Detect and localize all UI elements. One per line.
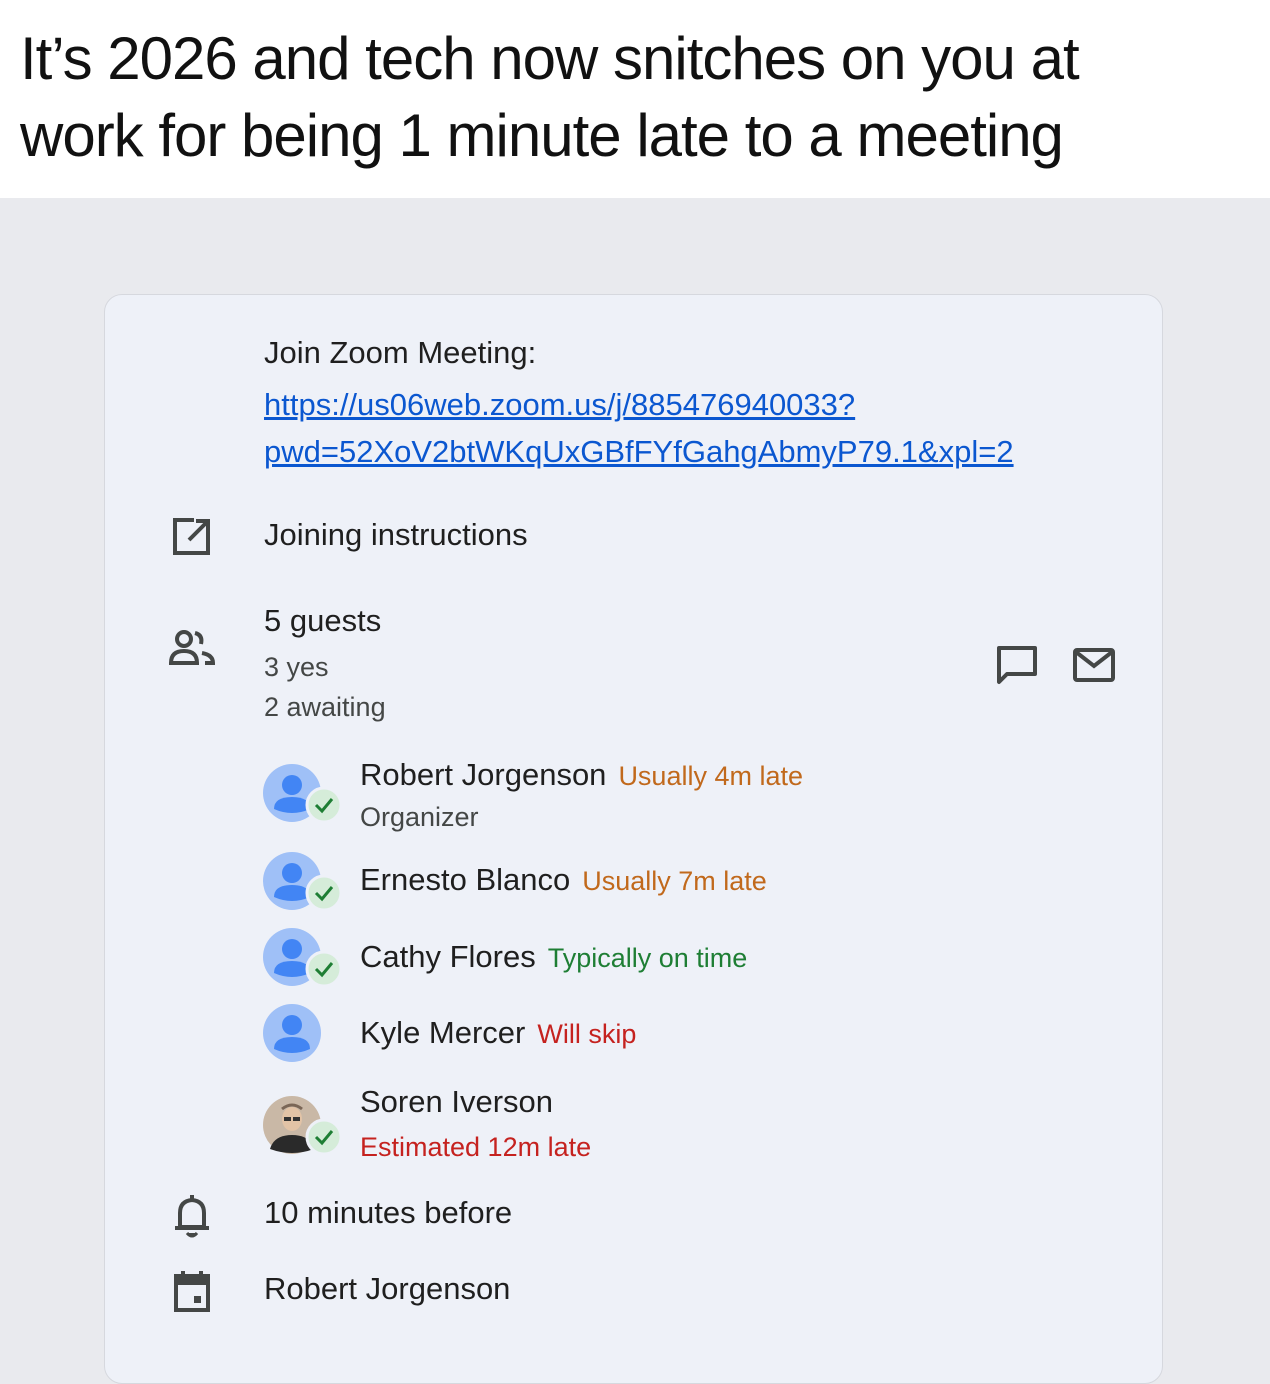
guests-yes-count: 3 yes <box>264 652 329 682</box>
calendar-icon <box>172 1269 212 1313</box>
calendar-owner: Robert Jorgenson <box>264 1271 511 1306</box>
guest-lateness-status: Typically on time <box>547 943 748 973</box>
guest-lateness-status: Usually 4m late <box>618 761 804 791</box>
guest-role: Organizer <box>360 802 479 832</box>
chat-bubble-icon[interactable] <box>995 644 1039 686</box>
guest-name: Ernesto Blanco <box>360 862 571 897</box>
avatar <box>262 927 343 991</box>
people-icon <box>167 627 217 671</box>
guests-awaiting-count: 2 awaiting <box>264 692 386 722</box>
avatar <box>262 851 343 915</box>
guest-row[interactable]: Kyle Mercer Will skip <box>360 1015 636 1051</box>
guest-row[interactable]: Robert Jorgenson Usually 4m late <box>360 757 803 793</box>
avatar <box>262 763 343 827</box>
mail-icon[interactable] <box>1072 646 1116 684</box>
zoom-link-line-2[interactable]: pwd=52XoV2btWKqUxGBfFYfGahgAbmyP79.1&xpl… <box>264 434 1014 469</box>
open-in-new-icon[interactable] <box>170 515 214 559</box>
guest-lateness-status: Estimated 12m late <box>360 1132 592 1162</box>
photo-avatar <box>262 1095 343 1159</box>
guest-name: Cathy Flores <box>360 939 536 974</box>
guest-name: Robert Jorgenson <box>360 757 607 792</box>
guest-lateness-status: Usually 7m late <box>582 866 767 896</box>
event-details-card: Join Zoom Meeting: https://us06web.zoom.… <box>104 294 1163 1384</box>
meme-caption: It’s 2026 and tech now snitches on you a… <box>0 0 1270 198</box>
caption-line-2: work for being 1 minute late to a meetin… <box>20 102 1064 169</box>
avatar <box>262 1003 342 1067</box>
caption-line-1: It’s 2026 and tech now snitches on you a… <box>20 25 1080 92</box>
joining-instructions-link[interactable]: Joining instructions <box>264 517 528 553</box>
guest-row[interactable]: Cathy Flores Typically on time <box>360 939 747 975</box>
guest-row[interactable]: Ernesto Blanco Usually 7m late <box>360 862 767 898</box>
guest-lateness-status: Will skip <box>537 1019 637 1049</box>
bell-icon <box>172 1193 212 1239</box>
zoom-link-line-1[interactable]: https://us06web.zoom.us/j/885476940033? <box>264 387 855 422</box>
guest-name: Soren Iverson <box>360 1084 553 1119</box>
guest-name: Kyle Mercer <box>360 1015 526 1050</box>
guest-row[interactable]: Soren Iverson <box>360 1084 553 1120</box>
guests-count[interactable]: 5 guests <box>264 603 381 639</box>
zoom-meeting-link[interactable]: https://us06web.zoom.us/j/885476940033? … <box>264 381 1104 475</box>
reminder-label[interactable]: 10 minutes before <box>264 1195 512 1231</box>
join-zoom-title: Join Zoom Meeting: <box>264 335 537 370</box>
